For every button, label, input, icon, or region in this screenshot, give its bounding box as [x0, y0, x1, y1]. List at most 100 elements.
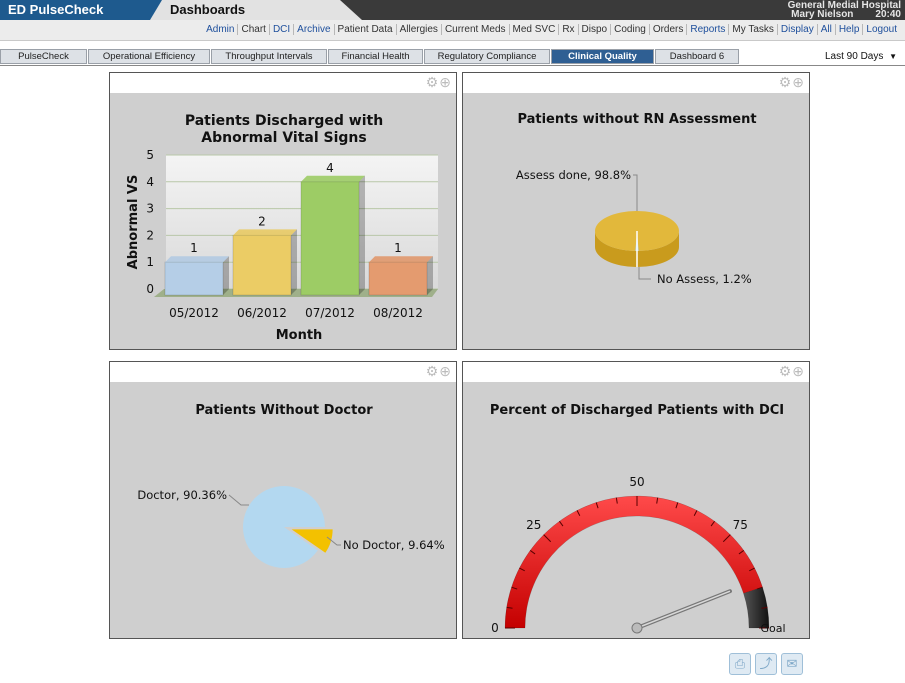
menu-help[interactable]: Help — [834, 24, 863, 35]
menu-admin[interactable]: Admin — [203, 24, 237, 35]
leader-line — [633, 174, 638, 211]
menu-orders[interactable]: Orders — [648, 24, 687, 35]
gauge-tick-label: 50 — [629, 475, 644, 489]
zoom-icon[interactable]: ⊕ — [792, 74, 804, 90]
menu-dispo[interactable]: Dispo — [577, 24, 611, 35]
slice-label: Assess done, 98.8% — [516, 168, 631, 182]
menu-logout[interactable]: Logout — [862, 24, 900, 35]
menu-reports[interactable]: Reports — [686, 24, 729, 35]
chart-title: Patients without RN Assessment — [517, 112, 756, 127]
x-axis-label: Month — [276, 328, 323, 343]
bar — [164, 256, 229, 296]
dashboard-tabs: PulseCheck Operational Efficiency Throug… — [0, 49, 905, 66]
abnormal-vitals-chart: Patients Discharged with Abnormal Vital … — [126, 113, 438, 343]
y-tick-label: 1 — [146, 255, 154, 269]
panel-abnormal-vitals: ⚙⊕ Patients Discharged with Abnormal Vit… — [109, 72, 457, 350]
gauge-needle-highlight — [636, 590, 731, 629]
tab-dashboard-6[interactable]: Dashboard 6 — [655, 49, 739, 64]
panel-rn-assessment: ⚙⊕ Patients without RN Assessment Assess… — [462, 72, 810, 350]
menu-all[interactable]: All — [816, 24, 835, 35]
y-axis-label: Abnormal VS — [126, 175, 141, 270]
user-name: Mary Nielson — [791, 9, 854, 20]
menu-coding[interactable]: Coding — [610, 24, 649, 35]
data-label: 4 — [326, 161, 334, 175]
tab-operational-efficiency[interactable]: Operational Efficiency — [88, 49, 210, 64]
gear-icon[interactable]: ⚙ — [426, 363, 439, 379]
y-tick-label: 5 — [146, 148, 154, 162]
footer-actions: ⎙ ⤴ ✉ — [729, 653, 803, 675]
x-tick-label: 08/2012 — [373, 306, 423, 320]
dci-gauge-chart: Percent of Discharged Patients with DCI … — [490, 403, 786, 635]
tab-regulatory-compliance[interactable]: Regulatory Compliance — [424, 49, 550, 64]
print-icon[interactable]: ⎙ — [729, 653, 751, 675]
chart-title: Percent of Discharged Patients with DCI — [490, 403, 784, 418]
x-tick-label: 05/2012 — [169, 306, 219, 320]
email-icon[interactable]: ✉ — [781, 653, 803, 675]
menu-dci[interactable]: DCI — [268, 24, 294, 35]
y-tick-label: 0 — [146, 282, 154, 296]
clock-time: 20:40 — [875, 9, 901, 20]
data-label: 1 — [190, 241, 198, 255]
panel-without-doctor: ⚙⊕ Patients Without Doctor Doctor, 90.36… — [109, 361, 457, 639]
zoom-icon[interactable]: ⊕ — [792, 363, 804, 379]
x-tick-label: 07/2012 — [305, 306, 355, 320]
hospital-info: General Medial Hospital Mary Nielson 20:… — [788, 1, 901, 20]
gauge-band-red — [504, 495, 763, 629]
tab-pulsecheck[interactable]: PulseCheck — [0, 49, 87, 64]
top-bar: ED PulseCheck Dashboards General Medial … — [0, 0, 905, 20]
slice-label: Doctor, 90.36% — [137, 488, 227, 502]
menu-my-tasks[interactable]: My Tasks — [728, 24, 777, 35]
y-tick-label: 4 — [146, 175, 154, 189]
slice-label: No Assess, 1.2% — [657, 272, 752, 286]
bar — [300, 175, 365, 296]
without-doctor-chart: Patients Without Doctor Doctor, 90.36% No… — [137, 403, 445, 568]
chart-title: Patients Without Doctor — [195, 403, 373, 418]
rn-assessment-chart: Patients without RN Assessment Assess do… — [516, 112, 757, 286]
menu-bar: Admin Chart DCI Archive Patient Data Allergie… — [0, 20, 905, 41]
slice-label: No Doctor, 9.64% — [343, 538, 445, 552]
tab-financial-health[interactable]: Financial Health — [328, 49, 423, 64]
menu-chart[interactable]: Chart — [237, 24, 269, 35]
leader-line — [638, 267, 651, 280]
menu-rx[interactable]: Rx — [558, 24, 578, 35]
zoom-icon[interactable]: ⊕ — [439, 74, 451, 90]
bar — [368, 256, 433, 296]
menu-end — [900, 24, 905, 35]
gauge-goal-label: Goal — [760, 622, 785, 635]
y-tick-label: 3 — [146, 202, 154, 216]
gauge-tick-label: 75 — [733, 518, 748, 532]
menu-current-meds[interactable]: Current Meds — [440, 24, 509, 35]
tab-throughput-intervals[interactable]: Throughput Intervals — [211, 49, 327, 64]
period-select[interactable]: Last 90 Days ▼ — [825, 50, 905, 64]
menu-allergies[interactable]: Allergies — [395, 24, 441, 35]
menu-display[interactable]: Display — [776, 24, 817, 35]
dashboards-title: Dashboards — [150, 0, 340, 20]
gear-icon[interactable]: ⚙ — [779, 363, 792, 379]
panel-header: ⚙⊕ — [110, 362, 456, 382]
panel-header: ⚙⊕ — [463, 362, 809, 382]
gauge-pivot — [631, 622, 643, 634]
leader-line — [228, 494, 249, 506]
data-label: 1 — [394, 241, 402, 255]
bar — [232, 229, 297, 296]
chart-title-line1: Patients Discharged with — [185, 113, 383, 129]
gear-icon[interactable]: ⚙ — [779, 74, 792, 90]
menu-med-svc[interactable]: Med SVC — [508, 24, 559, 35]
zoom-icon[interactable]: ⊕ — [439, 363, 451, 379]
dashboards-tail — [340, 0, 362, 20]
y-tick-label: 2 — [146, 228, 154, 242]
gauge-tick-label: 0 — [491, 621, 499, 635]
pie-slice-doctor — [243, 486, 325, 568]
chevron-down-icon: ▼ — [889, 52, 898, 61]
menu-archive[interactable]: Archive — [293, 24, 334, 35]
share-icon[interactable]: ⤴ — [755, 653, 777, 675]
gear-icon[interactable]: ⚙ — [426, 74, 439, 90]
tab-clinical-quality[interactable]: Clinical Quality — [551, 49, 654, 64]
panel-header: ⚙⊕ — [110, 73, 456, 93]
gauge-tick-label: 25 — [526, 518, 541, 532]
x-tick-label: 06/2012 — [237, 306, 287, 320]
period-select-value: Last 90 Days — [825, 51, 884, 62]
app-brand: ED PulseCheck — [0, 0, 150, 20]
menu-patient-data[interactable]: Patient Data — [333, 24, 396, 35]
panel-dci-gauge: ⚙⊕ Percent of Discharged Patients with D… — [462, 361, 810, 639]
